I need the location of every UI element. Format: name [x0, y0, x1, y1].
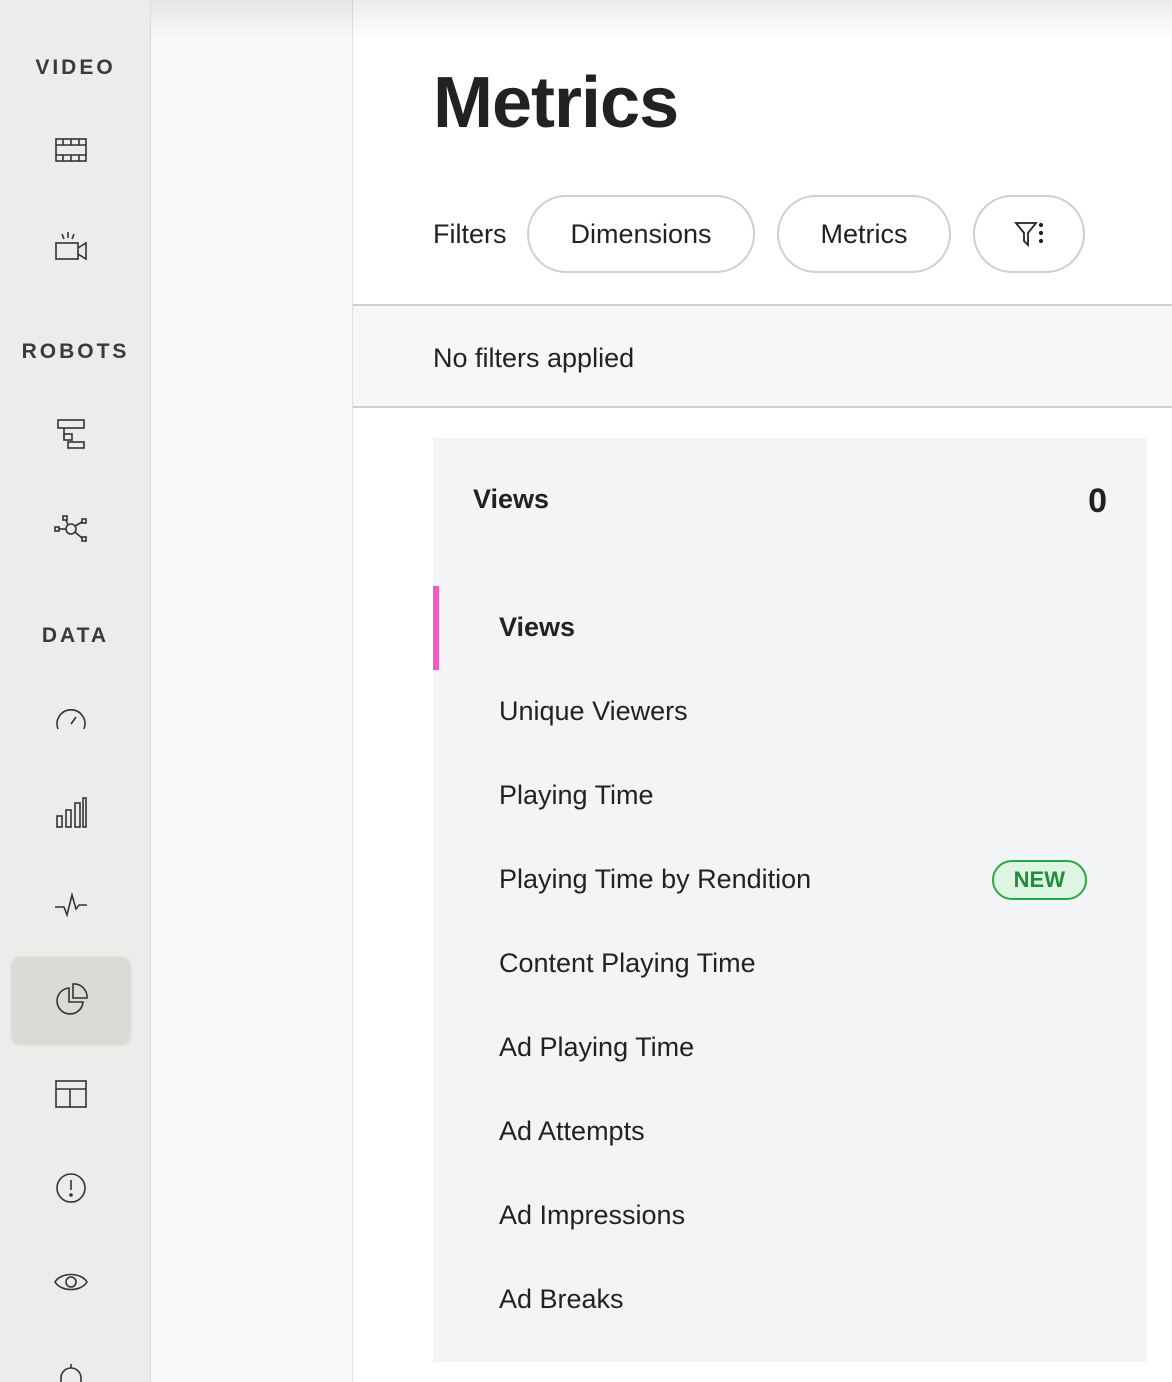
metric-item-label: Ad Attempts — [499, 1116, 645, 1146]
section-label-data: DATA — [41, 624, 110, 647]
activity-icon[interactable] — [12, 863, 130, 949]
new-badge: NEW — [991, 860, 1087, 900]
layout-icon[interactable] — [12, 1051, 130, 1137]
secondary-panel — [151, 0, 353, 1382]
page-title: Metrics — [433, 63, 679, 143]
section-label-video: VIDEO — [35, 56, 116, 79]
metric-item-label: Unique Viewers — [499, 696, 688, 726]
metric-item-label: Playing Time by Rendition — [499, 864, 812, 894]
icon-sidebar: VIDEO ROBOTS DATA — [0, 0, 151, 1382]
metric-item-ad-breaks[interactable]: Ad Breaks — [433, 1258, 1147, 1342]
metric-item-unique-viewers[interactable]: Unique Viewers — [433, 670, 1147, 754]
applied-filters-bar: No filters applied — [353, 304, 1172, 408]
metric-item-label: Ad Playing Time — [499, 1032, 695, 1062]
speedometer-icon[interactable] — [12, 678, 130, 764]
metrics-card: Views 0 Views Unique Viewers Playing Tim… — [433, 438, 1147, 1362]
metric-item-ad-attempts[interactable]: Ad Attempts — [433, 1090, 1147, 1174]
filters-status: No filters applied — [433, 343, 635, 373]
dimensions-button[interactable]: Dimensions — [527, 195, 755, 273]
card-count: 0 — [1088, 482, 1107, 520]
filters-label: Filters — [433, 219, 507, 249]
metric-item-views[interactable]: Views — [433, 586, 1147, 670]
network-icon[interactable] — [12, 485, 130, 571]
alert-icon[interactable] — [12, 1145, 130, 1231]
bar-chart-icon[interactable] — [12, 770, 130, 856]
metric-item-label: Ad Breaks — [499, 1284, 624, 1314]
metric-item-label: Views — [499, 612, 576, 642]
metric-item-label: Ad Impressions — [499, 1200, 686, 1230]
card-title: Views — [473, 484, 550, 514]
metric-item-content-playing-time[interactable]: Content Playing Time — [433, 922, 1147, 1006]
metrics-button[interactable]: Metrics — [777, 195, 951, 273]
filter-menu-button[interactable] — [973, 195, 1085, 273]
metric-item-ad-playing-time[interactable]: Ad Playing Time — [433, 1006, 1147, 1090]
eye-icon[interactable] — [12, 1239, 130, 1325]
metric-item-playing-time-by-rendition[interactable]: Playing Time by Rendition NEW — [433, 838, 1147, 922]
filter-icon — [1014, 222, 1044, 248]
workflow-icon[interactable] — [12, 390, 130, 476]
metric-item-label: Content Playing Time — [499, 948, 756, 978]
main-content: Metrics Filters Dimensions Metrics No fi… — [353, 0, 1172, 1382]
bell-icon[interactable] — [12, 1330, 130, 1382]
pie-chart-icon[interactable] — [12, 957, 130, 1043]
metric-item-ad-impressions[interactable]: Ad Impressions — [433, 1174, 1147, 1258]
film-icon[interactable] — [12, 107, 130, 193]
metric-item-label: Playing Time — [499, 780, 654, 810]
metric-item-playing-time[interactable]: Playing Time — [433, 754, 1147, 838]
live-camera-icon[interactable] — [12, 204, 130, 290]
section-label-robots: ROBOTS — [21, 340, 130, 363]
